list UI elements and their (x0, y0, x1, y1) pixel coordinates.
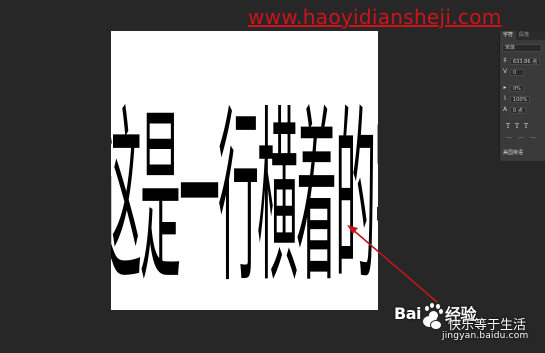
kerning-row: V 0 (502, 68, 524, 76)
watermark-url: www.haoyidiansheji.com (248, 5, 502, 29)
wechat-icon (423, 314, 443, 332)
baidu-url: jingyan.baidu.com (442, 331, 529, 341)
divider (530, 137, 536, 138)
tab-paragraph[interactable]: 段落 (516, 31, 532, 40)
baseline-field[interactable]: 0 点 (510, 106, 526, 114)
scale-row: ▸ 0% (502, 84, 524, 92)
photoshop-workspace: www.haoyidiansheji.com 这是一行横着的字 字符 段落 宋体… (0, 0, 545, 353)
style-buttons: T T T (506, 123, 528, 131)
bold-button[interactable]: T (506, 123, 510, 131)
vertical-scale-field[interactable]: 100% (510, 95, 531, 103)
divider (506, 137, 512, 138)
caps-button[interactable]: T (524, 123, 528, 131)
tab-character[interactable]: 字符 (500, 31, 517, 40)
baseline-icon: A (502, 106, 508, 113)
vertical-scale-row: I 100% (502, 95, 531, 103)
panel-dividers (506, 137, 536, 138)
kerning-icon: V (502, 68, 508, 75)
leading-row: ‡ 633.86 点 (502, 57, 541, 65)
baseline-row: A 0 点 (502, 106, 526, 114)
kerning-field[interactable]: 0 (510, 68, 524, 76)
scale-icon: ▸ (503, 84, 507, 91)
scale-field[interactable]: 0% (510, 84, 524, 92)
canvas-text-layer[interactable]: 这是一行横着的字 (111, 85, 378, 310)
leading-field[interactable]: 633.86 点 (510, 57, 541, 65)
vertical-scale-icon: I (504, 95, 506, 102)
document-canvas[interactable]: 这是一行横着的字 (111, 31, 378, 310)
baidu-text: Bai (394, 303, 421, 323)
italic-button[interactable]: T (515, 123, 519, 131)
language-select[interactable]: 美国英语 (500, 149, 545, 157)
character-panel: 字符 段落 宋体 ‡ 633.86 点 V 0 ▸ 0% I 100% A 0 … (499, 31, 545, 161)
divider (518, 137, 524, 138)
font-family-select[interactable]: 宋体 (502, 44, 542, 52)
leading-icon: ‡ (503, 57, 507, 64)
panel-tabs: 字符 段落 (500, 31, 545, 40)
